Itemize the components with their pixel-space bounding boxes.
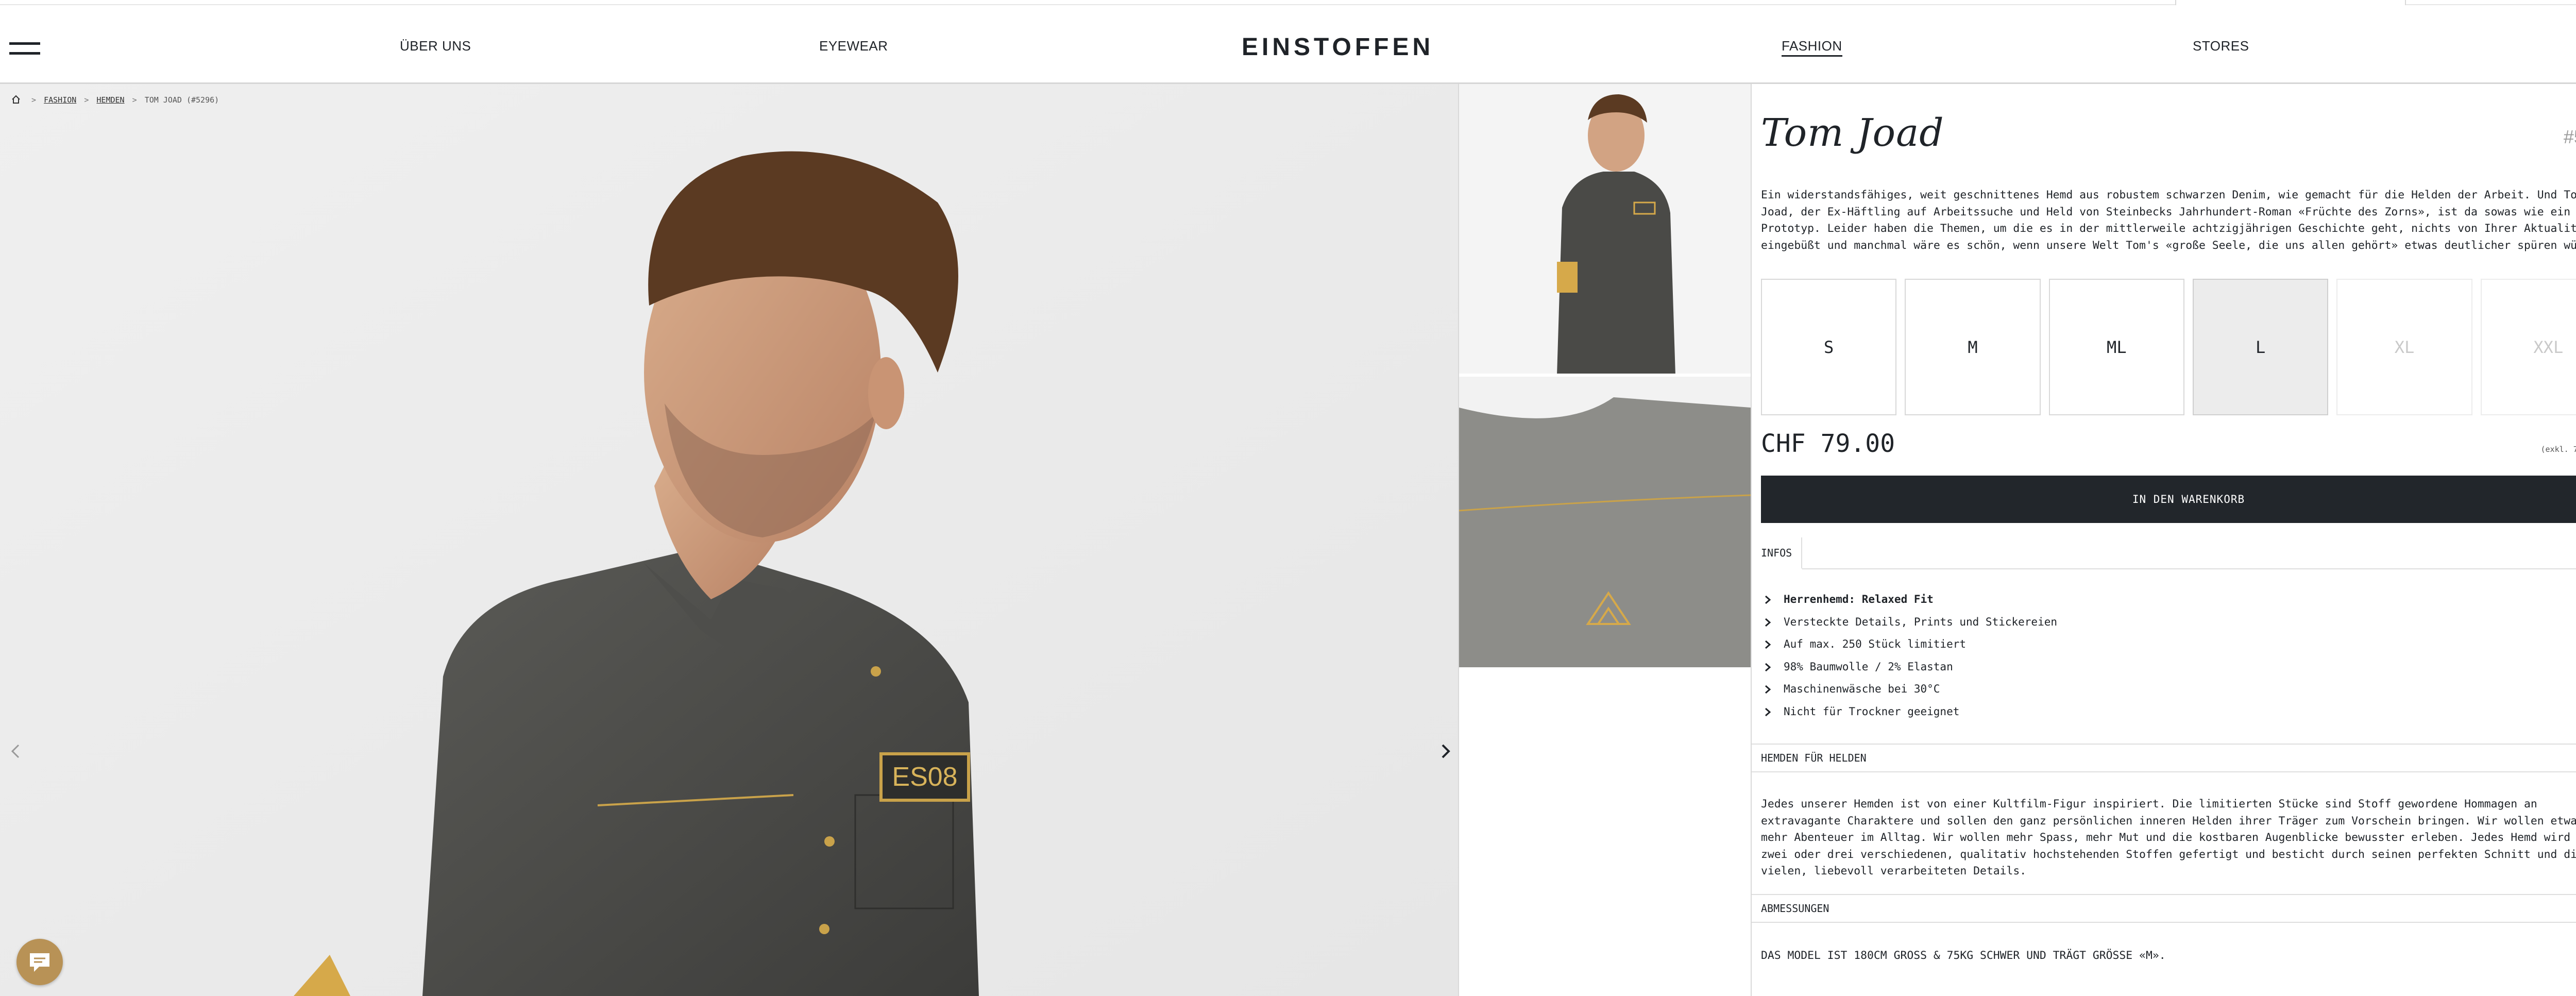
- section-abmessungen-header[interactable]: ABMESSUNGEN: [1752, 894, 2576, 923]
- thumbnail-column: [1458, 84, 1751, 996]
- nav-item-stores[interactable]: STORES: [2193, 38, 2249, 54]
- list-item: Herrenhemd: Relaxed Fit: [1761, 592, 2057, 614]
- info-item-text: Maschinenwäsche bei 30°C: [1784, 683, 1940, 696]
- size-option-ml[interactable]: ML: [2048, 279, 2184, 415]
- breadcrumb-fashion[interactable]: FASHION: [44, 95, 76, 105]
- product-main-image[interactable]: ES08: [0, 84, 1458, 996]
- menu-icon[interactable]: [9, 42, 40, 55]
- breadcrumb-separator: >: [132, 95, 137, 105]
- size-option-xxl: XXL: [2480, 279, 2576, 415]
- chat-icon: [30, 953, 49, 972]
- list-item: Nicht für Trockner geeignet: [1761, 704, 2057, 727]
- gallery-next-button[interactable]: [1435, 741, 1456, 762]
- info-item-text: Nicht für Trockner geeignet: [1784, 705, 1960, 718]
- section-abmessungen-text: DAS MODEL IST 180CM GROSS & 75KG SCHWER …: [1761, 949, 2166, 962]
- vat-note: (exkl. 7.7% MWST: [2540, 445, 2576, 454]
- info-item-text: 98% Baumwolle / 2% Elastan: [1784, 660, 1953, 673]
- size-option-m[interactable]: M: [1905, 279, 2041, 415]
- product-description: Ein widerstandsfähiges, weit geschnitten…: [1761, 189, 2576, 252]
- info-tabs: INFOS: [1752, 537, 2576, 569]
- chat-button[interactable]: [16, 939, 63, 985]
- list-item: 98% Baumwolle / 2% Elastan: [1761, 659, 2057, 682]
- thumbnail-front-photo: [1459, 84, 1751, 374]
- info-item-text: Herrenhemd: Relaxed Fit: [1784, 593, 1934, 605]
- breadcrumb-separator: >: [31, 95, 37, 105]
- chevron-right-icon: [1765, 707, 1771, 717]
- gallery-prev-button[interactable]: [5, 741, 26, 762]
- size-option-s[interactable]: S: [1761, 279, 1897, 415]
- header-nav: ÜBER UNS EYEWEAR EINSTOFFEN FASHION STOR…: [0, 5, 2576, 84]
- list-item: Auf max. 250 Stück limitiert: [1761, 636, 2057, 659]
- nav-item-eyewear[interactable]: EYEWEAR: [819, 38, 888, 54]
- nav-item-fashion[interactable]: FASHION: [1782, 38, 1842, 57]
- list-item: Versteckte Details, Prints und Stickerei…: [1761, 614, 2057, 637]
- size-option-xl: XL: [2336, 279, 2472, 415]
- chevron-right-icon: [1765, 595, 1771, 604]
- brand-logo[interactable]: EINSTOFFEN: [1242, 33, 1434, 61]
- chevron-right-icon: [1765, 618, 1771, 627]
- section-hemden-text: Jedes unserer Hemden ist von einer Kultf…: [1761, 798, 2576, 877]
- size-option-l[interactable]: L: [2192, 279, 2329, 415]
- chevron-right-icon: [1765, 663, 1771, 671]
- thumbnail-back-detail[interactable]: [1459, 377, 1751, 667]
- section-hemden-header[interactable]: HEMDEN FÜR HELDEN: [1752, 744, 2576, 772]
- info-item-text: Versteckte Details, Prints und Stickerei…: [1784, 615, 2058, 628]
- product-title: Tom Joad: [1761, 111, 1944, 155]
- product-panel: Tom Joad #5296 Ein widerstandsfähiges, w…: [1752, 84, 2576, 996]
- size-selector: S M ML L XL XXL: [1761, 279, 2576, 415]
- product-sku: #5296: [2563, 126, 2576, 147]
- breadcrumb: > FASHION > HEMDEN > TOM JOAD (#5296): [11, 95, 219, 105]
- chevron-left-icon: [11, 744, 20, 758]
- chevron-right-icon: [1765, 685, 1771, 694]
- chevron-right-icon: [1442, 744, 1450, 758]
- chevron-right-icon: [1765, 640, 1771, 649]
- breadcrumb-hemden[interactable]: HEMDEN: [96, 95, 124, 105]
- info-item-text: Auf max. 250 Stück limitiert: [1784, 638, 1967, 651]
- add-to-cart-button[interactable]: IN DEN WARENKORB: [1761, 476, 2576, 523]
- thumbnail-front[interactable]: [1459, 84, 1751, 375]
- tab-infos[interactable]: INFOS: [1752, 537, 1803, 569]
- breadcrumb-separator: >: [84, 95, 89, 105]
- nav-item-ueber-uns[interactable]: ÜBER UNS: [400, 38, 471, 54]
- model-photo: ES08: [0, 84, 1458, 996]
- product-price: CHF 79.00: [1761, 429, 1895, 458]
- home-icon[interactable]: [11, 95, 21, 104]
- list-item: Maschinenwäsche bei 30°C: [1761, 681, 2057, 704]
- shirt-badge-text: ES08: [892, 762, 957, 792]
- breadcrumb-current: TOM JOAD (#5296): [144, 95, 219, 105]
- thumbnail-back-photo: [1459, 377, 1751, 667]
- info-list: Herrenhemd: Relaxed Fit Versteckte Detai…: [1761, 592, 2057, 727]
